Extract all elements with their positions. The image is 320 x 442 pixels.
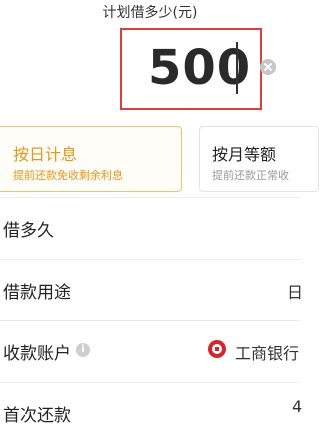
plan-daily-subtitle: 提前还款免收剩余利息 — [13, 169, 123, 182]
amount-title: 计划借多少(元) — [102, 5, 198, 21]
text-cursor — [236, 42, 238, 94]
plan-monthly-equal-card[interactable]: 按月等额 提前还款正常收 — [199, 126, 319, 192]
plan-monthly-subtitle: 提前还款正常收 — [212, 169, 289, 182]
clear-icon[interactable] — [260, 59, 276, 75]
row-account-label: 收款账户 — [3, 344, 71, 364]
row-duration-label: 借多久 — [3, 221, 54, 241]
plan-monthly-title: 按月等额 — [212, 145, 277, 164]
row-purpose-value: 日 — [287, 283, 304, 302]
row-purpose[interactable]: 借款用途 日 — [0, 259, 304, 319]
info-icon[interactable]: i — [76, 343, 90, 357]
row-duration[interactable]: 借多久 — [0, 197, 300, 257]
row-first-repayment-value: 4 — [292, 397, 303, 416]
row-first-repayment[interactable]: 首次还款 4 — [0, 382, 303, 442]
amount-input-box[interactable]: 500 — [120, 28, 262, 110]
icbc-bank-icon — [208, 340, 226, 358]
row-account-value: 工商银行 — [235, 344, 300, 363]
row-account[interactable]: 收款账户 i 工商银行 — [0, 320, 300, 380]
plan-daily-interest-card[interactable]: 按日计息 提前还款免收剩余利息 — [0, 126, 182, 192]
plan-daily-title: 按日计息 — [13, 145, 78, 164]
row-first-repayment-label: 首次还款 — [3, 406, 71, 426]
row-purpose-label: 借款用途 — [3, 283, 71, 303]
